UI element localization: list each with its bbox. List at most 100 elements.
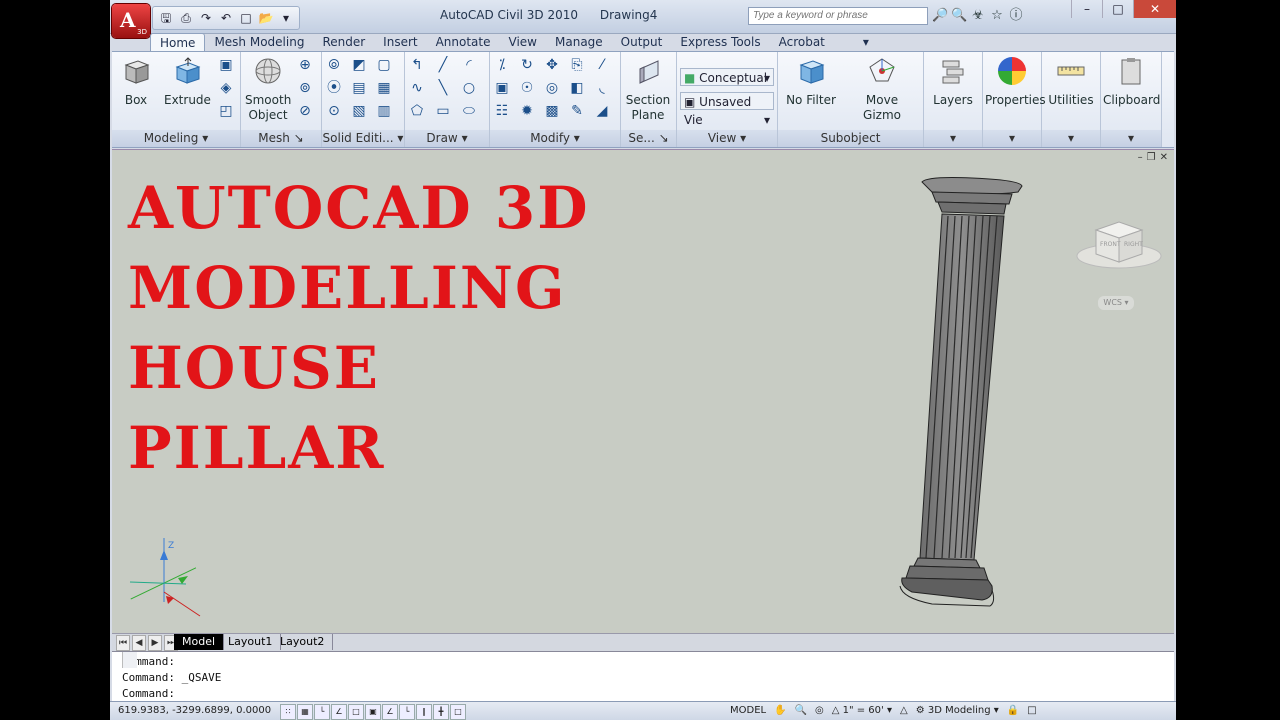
chamfer-icon[interactable]: ◢ [592, 101, 612, 121]
mesh-refine-icon[interactable]: ⊚ [295, 78, 315, 98]
spline-icon[interactable]: ∿ [407, 78, 427, 98]
dyn-icon[interactable]: ∥ [416, 704, 432, 720]
move-gizmo-button[interactable]: Move Gizmo [846, 55, 918, 123]
open-icon[interactable]: 📂 [257, 9, 275, 27]
extract-edges-icon[interactable]: ▢ [374, 55, 394, 75]
vp-restore-icon[interactable]: ❐ [1147, 152, 1156, 163]
maximize-icon[interactable]: □ [1102, 0, 1133, 18]
steeringwheel-icon[interactable]: ◎ [815, 705, 824, 716]
model-space-toggle[interactable]: MODEL [730, 705, 766, 716]
grid-icon[interactable]: ▦ [297, 704, 313, 720]
copy-icon[interactable]: ⎘ [567, 55, 587, 75]
tab-annotate[interactable]: Annotate [427, 33, 500, 51]
qp-icon[interactable]: □ [450, 704, 466, 720]
layers-button[interactable]: Layers [928, 55, 978, 108]
utilities-expand-icon[interactable]: ▾ [1042, 130, 1100, 147]
panel-label-view[interactable]: View ▾ [677, 130, 777, 147]
wcs-menu[interactable]: WCS ▾ [1098, 296, 1134, 310]
coordinates-readout[interactable]: 619.9383, -3299.6899, 0.0000 [118, 705, 271, 716]
panel-label-draw[interactable]: Draw ▾ [405, 130, 489, 147]
otrack-icon[interactable]: ∠ [382, 704, 398, 720]
ducs-icon[interactable]: └ [399, 704, 415, 720]
mirror-icon[interactable]: ◧ [567, 78, 587, 98]
properties-expand-icon[interactable]: ▾ [983, 130, 1041, 147]
smooth-object-button[interactable]: Smooth Object [245, 55, 291, 123]
communication-icon[interactable]: ☣ [970, 7, 986, 25]
tab-model[interactable]: Model [174, 634, 225, 650]
layers-expand-icon[interactable]: ▾ [924, 130, 982, 147]
panel-label-mesh[interactable]: Mesh ↘ [241, 130, 321, 147]
polysolid-icon[interactable]: ▣ [216, 55, 236, 75]
binoculars-icon[interactable]: 🔎 [932, 7, 948, 25]
move-icon[interactable]: ✥ [542, 55, 562, 75]
search-icon[interactable]: 🔍 [951, 7, 967, 25]
viewcube-front-label[interactable]: FRONT [1100, 241, 1121, 248]
tab-layout2[interactable]: Layout2 [272, 634, 334, 650]
align-icon[interactable]: ▣ [492, 78, 512, 98]
polyline-icon[interactable]: ↰ [407, 55, 427, 75]
next-tab-icon[interactable]: ▶ [148, 635, 162, 651]
annotation-scale[interactable]: △ 1" = 60' ▾ [832, 705, 892, 716]
3dosnap-icon[interactable]: ▣ [365, 704, 381, 720]
utilities-button[interactable]: Utilities [1046, 55, 1096, 108]
section-plane-button[interactable]: Section Plane [625, 55, 671, 123]
snap-icon[interactable]: ∷ [280, 704, 296, 720]
application-menu-button[interactable]: A 3D [112, 4, 150, 38]
ellipse-icon[interactable]: ⬭ [459, 101, 479, 121]
tab-manage[interactable]: Manage [546, 33, 612, 51]
properties-button[interactable]: Properties [985, 55, 1046, 108]
thicken-icon[interactable]: ▤ [349, 78, 369, 98]
tab-home[interactable]: Home [150, 33, 206, 52]
zoom-icon[interactable]: 🔍 [795, 705, 807, 716]
viewcube-right-label[interactable]: RIGHT [1124, 241, 1143, 248]
ortho-icon[interactable]: └ [314, 704, 330, 720]
new-icon[interactable]: □ [237, 9, 255, 27]
array-icon[interactable]: ☷ [492, 101, 512, 121]
slice-icon[interactable]: ◩ [349, 55, 369, 75]
separate-icon[interactable]: ▥ [374, 101, 394, 121]
tab-express-tools[interactable]: Express Tools [671, 33, 769, 51]
named-view-dropdown[interactable]: ▣ Unsaved Vie ▾ [680, 92, 774, 127]
slash-line-icon[interactable]: ╲ [433, 78, 453, 98]
panel-label-subobject[interactable]: Subobject [778, 130, 923, 147]
line-icon[interactable]: ╱ [433, 55, 453, 75]
tab-output[interactable]: Output [612, 33, 672, 51]
pan-icon[interactable]: ✋ [774, 705, 786, 716]
break-icon[interactable]: ⁄ [592, 55, 612, 75]
tab-view[interactable]: View [500, 33, 546, 51]
vp-minimize-icon[interactable]: – [1138, 152, 1143, 163]
vp-close-icon[interactable]: ✕ [1160, 152, 1168, 163]
first-tab-icon[interactable]: ⏮ [116, 635, 130, 651]
pillar-model[interactable] [892, 172, 1052, 612]
ribbon-options-icon[interactable]: ▾ [854, 33, 878, 51]
circle-icon[interactable]: ○ [459, 78, 479, 98]
extrude-faces-icon[interactable]: ▦ [374, 78, 394, 98]
presspull-icon[interactable]: ◈ [216, 78, 236, 98]
lock-icon[interactable]: 🔒 [1007, 705, 1019, 716]
command-scrollbar[interactable] [122, 652, 137, 668]
print-icon[interactable]: ⎙ [177, 9, 195, 27]
sweep-icon[interactable]: ◰ [216, 101, 236, 121]
panel-label-section[interactable]: Se... ↘ [621, 130, 676, 147]
tab-render[interactable]: Render [313, 33, 374, 51]
subtract-icon[interactable]: ⦿ [324, 78, 344, 98]
3d-rotate-icon[interactable]: ☉ [517, 78, 537, 98]
tab-insert[interactable]: Insert [374, 33, 426, 51]
mesh-crease-icon[interactable]: ⊘ [295, 101, 315, 121]
mesh-add-icon[interactable]: ⊕ [295, 55, 315, 75]
qat-dropdown-icon[interactable]: ▾ [277, 9, 295, 27]
command-window[interactable]: Command: Command: _QSAVE Command: [112, 651, 1174, 702]
visual-style-dropdown[interactable]: ■ Conceptual ▾ [680, 68, 774, 86]
explode-icon[interactable]: ✹ [517, 101, 537, 121]
arc-icon[interactable]: ◜ [459, 55, 479, 75]
scale-icon[interactable]: ⁒ [492, 55, 512, 75]
viewcube[interactable]: FRONT RIGHT [1074, 212, 1164, 272]
clipboard-expand-icon[interactable]: ▾ [1101, 130, 1161, 147]
panel-label-modify[interactable]: Modify ▾ [490, 130, 620, 147]
imprint-icon[interactable]: ▧ [349, 101, 369, 121]
annotation-visibility-icon[interactable]: △ [900, 705, 908, 716]
redo-icon[interactable]: ↷ [197, 9, 215, 27]
clean-screen-icon[interactable]: □ [1027, 705, 1036, 716]
search-input[interactable] [748, 7, 928, 25]
offset-icon[interactable]: ◎ [542, 78, 562, 98]
